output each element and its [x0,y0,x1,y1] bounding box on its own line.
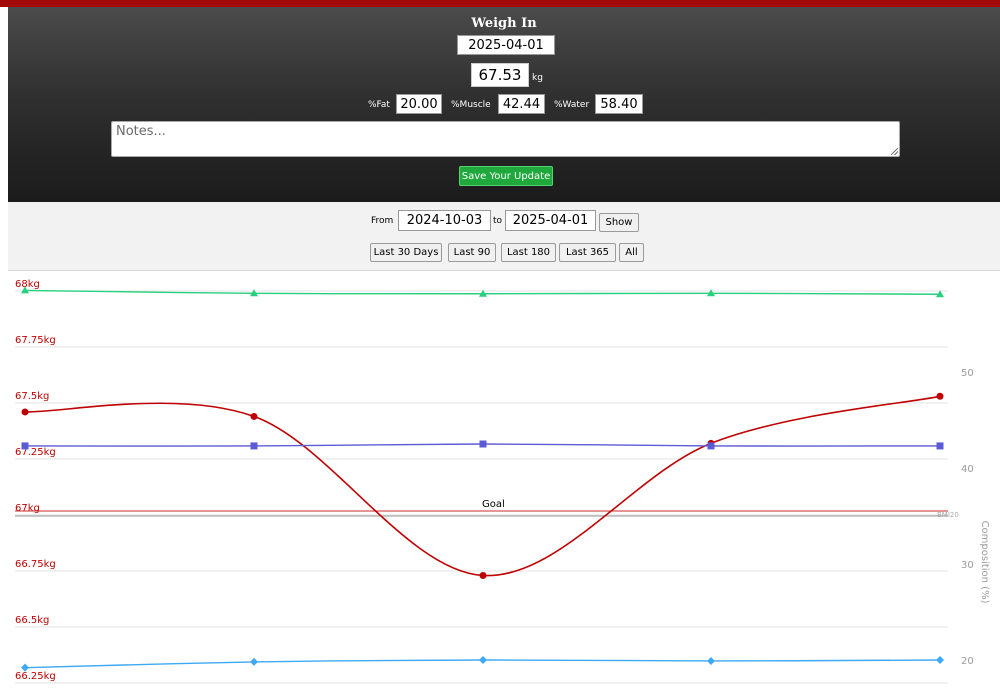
range-all-button[interactable]: All [619,243,644,262]
muscle-point [250,442,258,450]
show-button[interactable]: Show [599,213,639,232]
save-update-button[interactable]: Save Your Update [459,166,553,186]
y-left-tick-label: 68kg [15,279,40,290]
fat-point [479,656,487,664]
goal-label: Goal [482,499,505,510]
y-left-tick-label: 67.25kg [15,447,56,458]
weight-unit-label: kg [532,73,543,83]
muscle-point [21,442,29,450]
header-accent-bar [0,0,1000,7]
weight-series-line [24,395,941,577]
notes-textarea[interactable]: Notes... [111,121,900,157]
water-label: %Water [554,100,590,110]
y-right-tick-label: 40 [961,464,974,475]
weight-point [479,571,487,579]
y-left-tick-label: 67kg [15,503,40,514]
to-label: to [493,216,503,226]
weight-composition-chart: 66.25kg 66.5kg 66.75kg 67kg 67.25kg 67.5kg 67.… [15,279,990,684]
muscle-point [707,442,715,450]
resize-grip-icon[interactable] [891,148,898,155]
from-label: From [371,216,394,226]
y-right-tick-label: 20 [961,656,974,667]
weight-point [21,408,29,416]
water-input[interactable]: 58.40 [595,94,643,114]
y-right-axis-label: Composition (%) [979,521,990,604]
muscle-point [936,442,944,450]
fat-point [936,656,944,664]
notes-placeholder: Notes... [116,124,166,139]
y-right-tick-label: 30 [961,560,974,571]
fat-input[interactable]: 20.00 [396,94,442,114]
muscle-point [479,440,487,448]
y-left-tick-label: 67.75kg [15,335,56,346]
y-left-tick-label: 66.25kg [15,671,56,682]
from-date-input[interactable]: 2024-10-03 [398,210,491,231]
range-last-90-button[interactable]: Last 90 [448,243,496,262]
range-last-365-button[interactable]: Last 365 [559,243,616,262]
muscle-label: %Muscle [451,100,491,110]
date-range-panel: From 2024-10-03 to 2025-04-01 Show Last … [8,202,1000,271]
weigh-in-panel: Weigh In 2025-04-01 67.53 kg %Fat 20.00 … [8,7,1000,202]
weight-input[interactable]: 67.53 [471,63,529,87]
weight-point [250,412,258,420]
range-last-180-button[interactable]: Last 180 [501,243,556,262]
y-left-tick-label: 67.5kg [15,391,49,402]
range-last-30-button[interactable]: Last 30 Days [370,243,442,262]
muscle-input[interactable]: 42.44 [498,94,545,114]
weight-point [936,392,944,400]
y-left-tick-label: 66.5kg [15,615,49,626]
fat-point [250,657,258,666]
fat-label: %Fat [368,100,390,110]
bmi-label: BMI20 [937,511,959,519]
date-input[interactable]: 2025-04-01 [457,35,555,55]
fat-point [707,656,715,665]
y-right-tick-label: 50 [961,368,974,379]
y-left-tick-label: 66.75kg [15,559,56,570]
weigh-in-title: Weigh In [471,16,537,31]
to-date-input[interactable]: 2025-04-01 [505,210,596,231]
